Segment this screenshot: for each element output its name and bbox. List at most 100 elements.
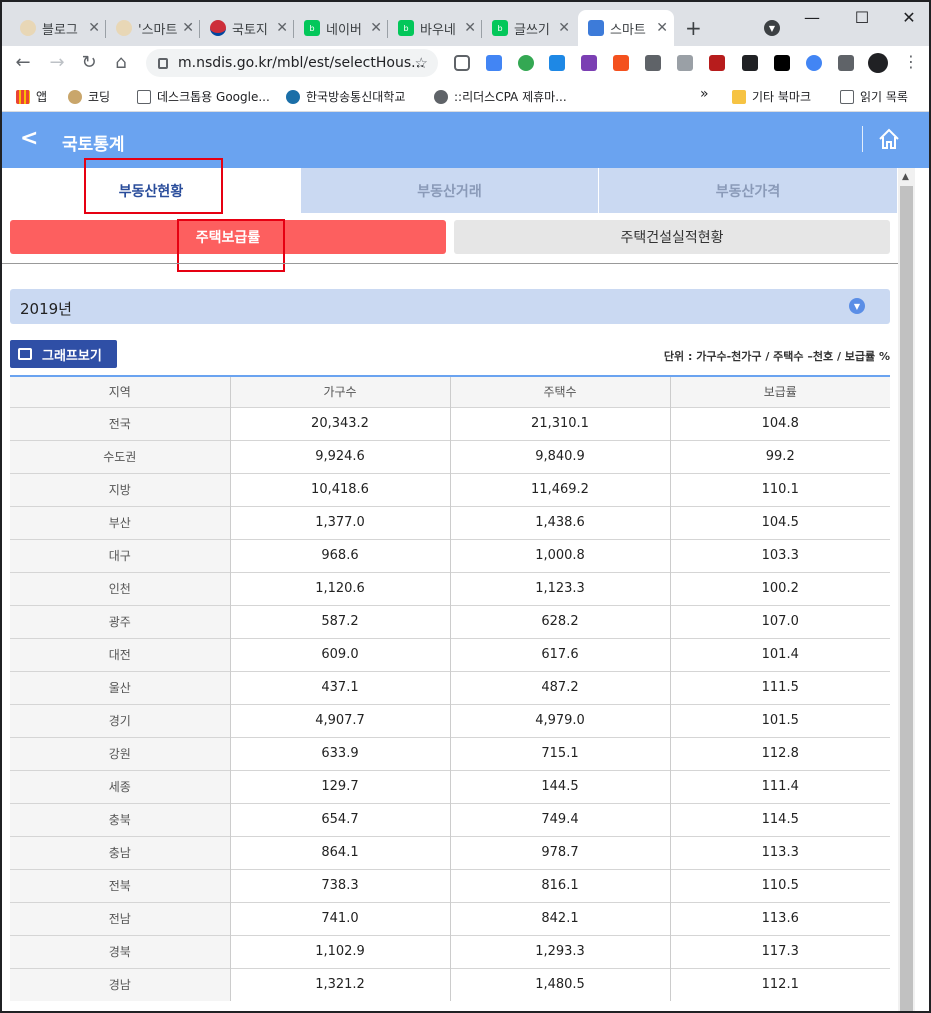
close-icon[interactable]: ✕ bbox=[88, 20, 100, 36]
home-icon[interactable]: ⌂ bbox=[110, 52, 132, 73]
households-cell: 129.7 bbox=[230, 769, 451, 803]
close-icon[interactable]: ✕ bbox=[182, 20, 194, 36]
extension-icon[interactable] bbox=[549, 55, 565, 71]
maximize-icon[interactable]: ☐ bbox=[852, 8, 872, 27]
forward-arrow-icon[interactable]: → bbox=[46, 52, 68, 73]
year-selector[interactable]: 2019년 ▼ bbox=[10, 289, 890, 324]
houses-cell: 842.1 bbox=[450, 901, 671, 935]
supply-rate-cell: 99.2 bbox=[670, 439, 890, 473]
browser-tab[interactable]: 블로그 ✕ bbox=[10, 10, 106, 46]
table-row: 세종 129.7 144.5 111.4 bbox=[10, 769, 890, 803]
supply-rate-cell: 100.2 bbox=[670, 571, 890, 605]
bookmark-item[interactable]: 데스크톱용 Google... bbox=[137, 88, 270, 105]
section-divider bbox=[2, 263, 898, 264]
pocket-extension-icon[interactable] bbox=[454, 55, 470, 71]
ublock-extension-icon[interactable] bbox=[709, 55, 725, 71]
households-cell: 20,343.2 bbox=[230, 406, 451, 440]
table-row: 경남 1,321.2 1,480.5 112.1 bbox=[10, 967, 890, 1001]
nsdis-favicon-icon bbox=[588, 20, 604, 36]
reading-list[interactable]: 읽기 목록 bbox=[840, 88, 908, 105]
tab-real-estate-prices[interactable]: 부동산가격 bbox=[599, 168, 897, 213]
table-row: 전북 738.3 816.1 110.5 bbox=[10, 868, 890, 902]
minimize-icon[interactable]: — bbox=[802, 8, 822, 27]
households-cell: 4,907.7 bbox=[230, 703, 451, 737]
extension-icon[interactable] bbox=[742, 55, 758, 71]
households-cell: 1,377.0 bbox=[230, 505, 451, 539]
tab-title: '스마트 bbox=[138, 22, 178, 38]
households-cell: 741.0 bbox=[230, 901, 451, 935]
year-value: 2019년 bbox=[20, 300, 72, 318]
supply-rate-cell: 110.5 bbox=[670, 868, 890, 902]
browser-tab[interactable]: b 네이버 ✕ bbox=[294, 10, 388, 46]
reload-icon[interactable]: ↻ bbox=[78, 52, 100, 73]
blog-favicon-icon bbox=[20, 20, 36, 36]
supply-rate-cell: 113.3 bbox=[670, 835, 890, 869]
home-icon[interactable] bbox=[878, 128, 900, 150]
households-cell: 654.7 bbox=[230, 802, 451, 836]
onenote-extension-icon[interactable] bbox=[581, 55, 597, 71]
profile-avatar[interactable] bbox=[868, 53, 888, 73]
naver-blog-favicon-icon: b bbox=[304, 20, 320, 36]
table-row: 경북 1,102.9 1,293.3 117.3 bbox=[10, 934, 890, 968]
close-icon[interactable]: ✕ bbox=[656, 20, 668, 36]
close-icon[interactable]: ✕ bbox=[370, 20, 382, 36]
column-header-houses: 주택수 bbox=[450, 375, 671, 407]
table-row: 인천 1,120.6 1,123.3 100.2 bbox=[10, 571, 890, 605]
view-graph-button[interactable]: 그래프보기 bbox=[10, 340, 117, 368]
tab-housing-construction-status[interactable]: 주택건설실적현황 bbox=[454, 220, 890, 254]
browser-tab[interactable]: '스마트 ✕ bbox=[106, 10, 200, 46]
web-page: < 국토통계 부동산현황 부동산거래 부동산가격 주택보급률 주택건설실적현황 … bbox=[2, 112, 929, 1011]
scroll-up-arrow-icon[interactable]: ▲ bbox=[902, 172, 909, 182]
browser-toolbar: ← → ↻ ⌂ m.nsdis.go.kr/mbl/est/selectHous… bbox=[2, 46, 929, 80]
extension-icon[interactable] bbox=[613, 55, 629, 71]
document-icon bbox=[137, 89, 151, 104]
extension-icon[interactable] bbox=[774, 55, 790, 71]
table-row: 충북 654.7 749.4 114.5 bbox=[10, 802, 890, 836]
tab-strip: 블로그 ✕ '스마트 ✕ 국토지 ✕ b 네이버 ✕ b 바우네 ✕ b 글쓰기… bbox=[2, 2, 929, 46]
extension-icon[interactable] bbox=[645, 55, 661, 71]
bookmark-item[interactable]: 코딩 bbox=[68, 88, 110, 105]
bookmark-star-icon[interactable]: ☆ bbox=[415, 54, 428, 72]
scrollbar-thumb[interactable] bbox=[900, 186, 913, 1011]
houses-cell: 1,000.8 bbox=[450, 538, 671, 572]
browser-tab[interactable]: b 글쓰기 ✕ bbox=[482, 10, 576, 46]
new-tab-plus-icon[interactable]: + bbox=[685, 16, 702, 40]
browser-tab[interactable]: 국토지 ✕ bbox=[200, 10, 294, 46]
close-icon[interactable]: ✕ bbox=[464, 20, 476, 36]
sub-tabs: 주택보급률 주택건설실적현황 bbox=[2, 220, 898, 254]
back-chevron-icon[interactable]: < bbox=[20, 126, 38, 151]
region-cell: 경기 bbox=[10, 703, 231, 737]
page-scrollbar[interactable]: ▲ bbox=[898, 168, 915, 1011]
tab-search-chevron-icon[interactable]: ▼ bbox=[764, 20, 780, 36]
households-cell: 633.9 bbox=[230, 736, 451, 770]
close-window-icon[interactable]: ✕ bbox=[899, 8, 919, 27]
translate-extension-icon[interactable] bbox=[486, 55, 502, 71]
annotation-highlight-box bbox=[84, 158, 223, 214]
address-bar[interactable]: m.nsdis.go.kr/mbl/est/selectHous... ☆ bbox=[146, 49, 438, 77]
supply-rate-cell: 101.4 bbox=[670, 637, 890, 671]
back-arrow-icon[interactable]: ← bbox=[12, 52, 34, 73]
extension-icon[interactable] bbox=[806, 55, 822, 71]
address-text: m.nsdis.go.kr/mbl/est/selectHous... bbox=[178, 55, 425, 71]
kebab-menu-icon[interactable]: ⋮ bbox=[900, 52, 922, 71]
browser-tab[interactable]: b 바우네 ✕ bbox=[388, 10, 482, 46]
bookmark-item[interactable]: ::리더스CPA 제휴마... bbox=[434, 88, 567, 105]
bookmark-item[interactable]: 앱 bbox=[16, 88, 47, 105]
close-icon[interactable]: ✕ bbox=[558, 20, 570, 36]
extension-icon[interactable] bbox=[518, 55, 534, 71]
bookmark-item[interactable]: 한국방송통신대학교 bbox=[286, 88, 405, 105]
browser-tab-active[interactable]: 스마트 ✕ bbox=[578, 10, 674, 46]
more-bookmarks-chevron-icon[interactable]: » bbox=[700, 86, 709, 102]
region-cell: 전국 bbox=[10, 406, 231, 440]
close-icon[interactable]: ✕ bbox=[276, 20, 288, 36]
supply-rate-cell: 112.1 bbox=[670, 967, 890, 1001]
table-row: 대구 968.6 1,000.8 103.3 bbox=[10, 538, 890, 572]
region-cell: 전북 bbox=[10, 868, 231, 902]
region-cell: 경남 bbox=[10, 967, 231, 1001]
tab-real-estate-transactions[interactable]: 부동산거래 bbox=[301, 168, 598, 213]
other-bookmarks-folder[interactable]: 기타 북마크 bbox=[732, 88, 811, 105]
bookmark-label: 읽기 목록 bbox=[860, 90, 908, 104]
houses-cell: 816.1 bbox=[450, 868, 671, 902]
puzzle-extensions-icon[interactable] bbox=[838, 55, 854, 71]
extension-icon[interactable] bbox=[677, 55, 693, 71]
